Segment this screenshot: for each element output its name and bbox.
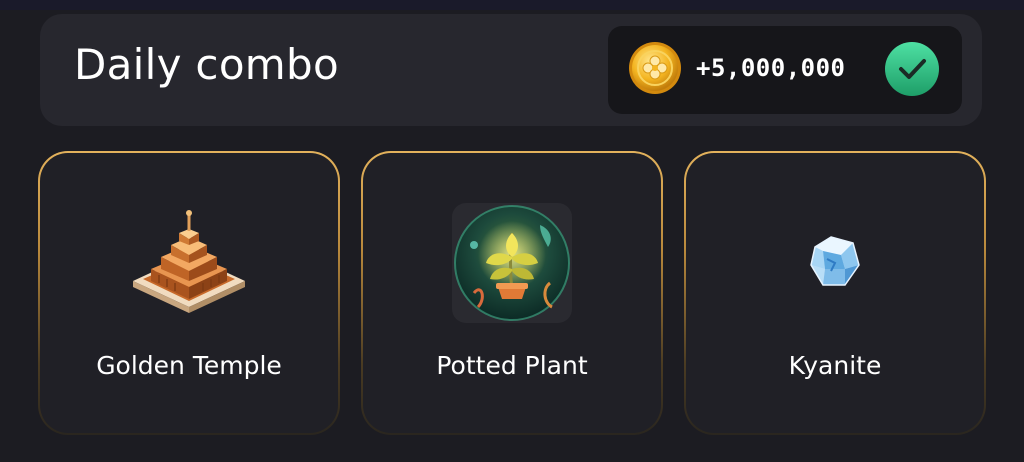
coin-icon bbox=[629, 42, 681, 94]
reward-box: +5,000,000 bbox=[608, 26, 962, 114]
check-icon bbox=[885, 42, 939, 96]
combo-card-potted-plant[interactable]: Potted Plant bbox=[361, 151, 663, 435]
card-label: Potted Plant bbox=[436, 351, 588, 380]
potted-plant-icon bbox=[452, 203, 572, 323]
kyanite-icon bbox=[810, 236, 860, 286]
page-title: Daily combo bbox=[74, 40, 339, 89]
combo-card-kyanite[interactable]: Kyanite bbox=[684, 151, 986, 435]
combo-card-golden-temple[interactable]: Golden Temple bbox=[38, 151, 340, 435]
card-label: Golden Temple bbox=[96, 351, 282, 380]
card-label: Kyanite bbox=[788, 351, 882, 380]
top-strip bbox=[0, 0, 1024, 10]
golden-temple-icon bbox=[133, 210, 245, 313]
daily-combo-header: Daily combo +5,000,000 bbox=[40, 14, 982, 126]
reward-amount: +5,000,000 bbox=[696, 54, 846, 82]
